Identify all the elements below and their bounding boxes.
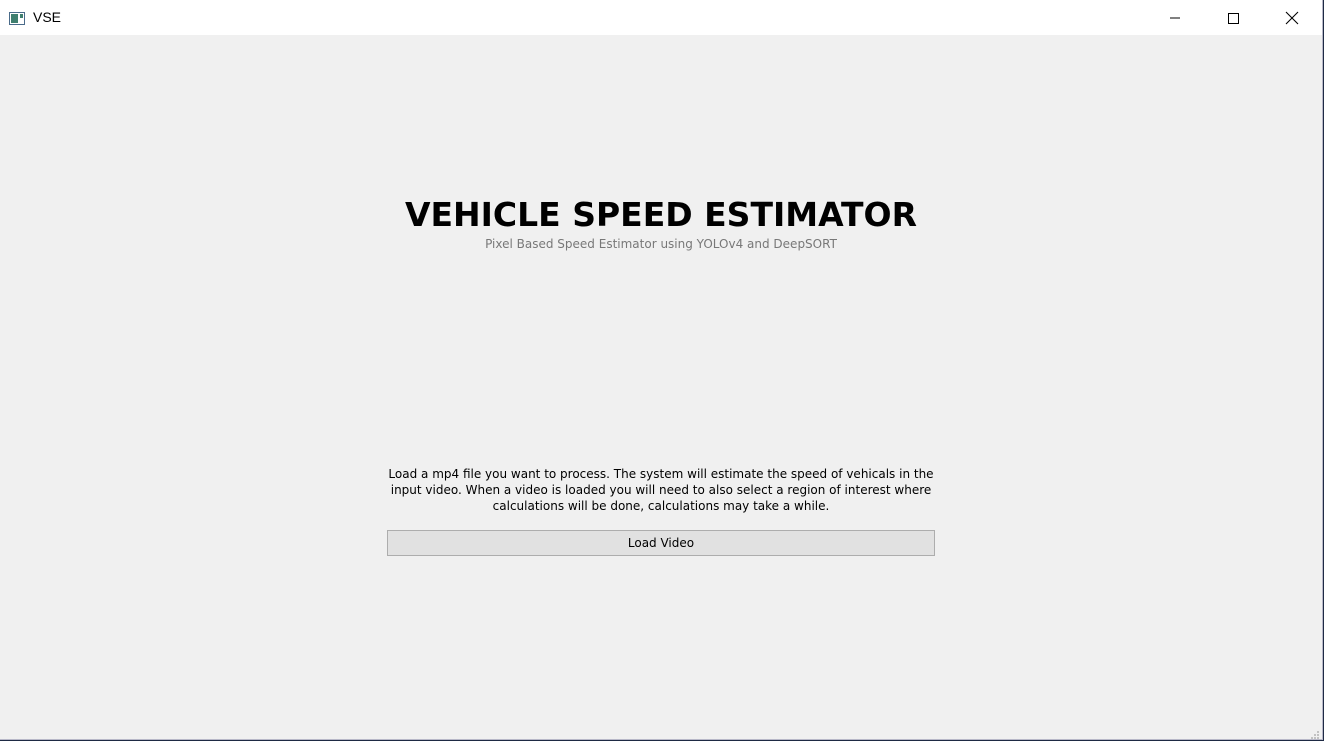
close-button[interactable] [1262,0,1322,35]
instructions-text: Load a mp4 file you want to process. The… [388,467,934,513]
close-icon [1285,11,1299,25]
load-video-button[interactable]: Load Video [387,530,935,556]
window-title: VSE [33,9,62,25]
page-title: VEHICLE SPEED ESTIMATOR [404,195,918,234]
title-bar[interactable]: VSE [0,0,1322,35]
maximize-icon [1227,12,1239,24]
load-video-button-label: Load Video [627,536,695,550]
app-window-icon [9,10,25,25]
page-subtitle: Pixel Based Speed Estimator using YOLOv4… [485,237,837,251]
app-window: VSE VEHICLE SPEED ESTIMATOR Pixel Based … [0,0,1323,740]
minimize-icon [1169,12,1181,24]
minimize-button[interactable] [1146,0,1204,35]
resize-grip-icon[interactable] [1308,725,1320,739]
maximize-button[interactable] [1204,0,1262,35]
